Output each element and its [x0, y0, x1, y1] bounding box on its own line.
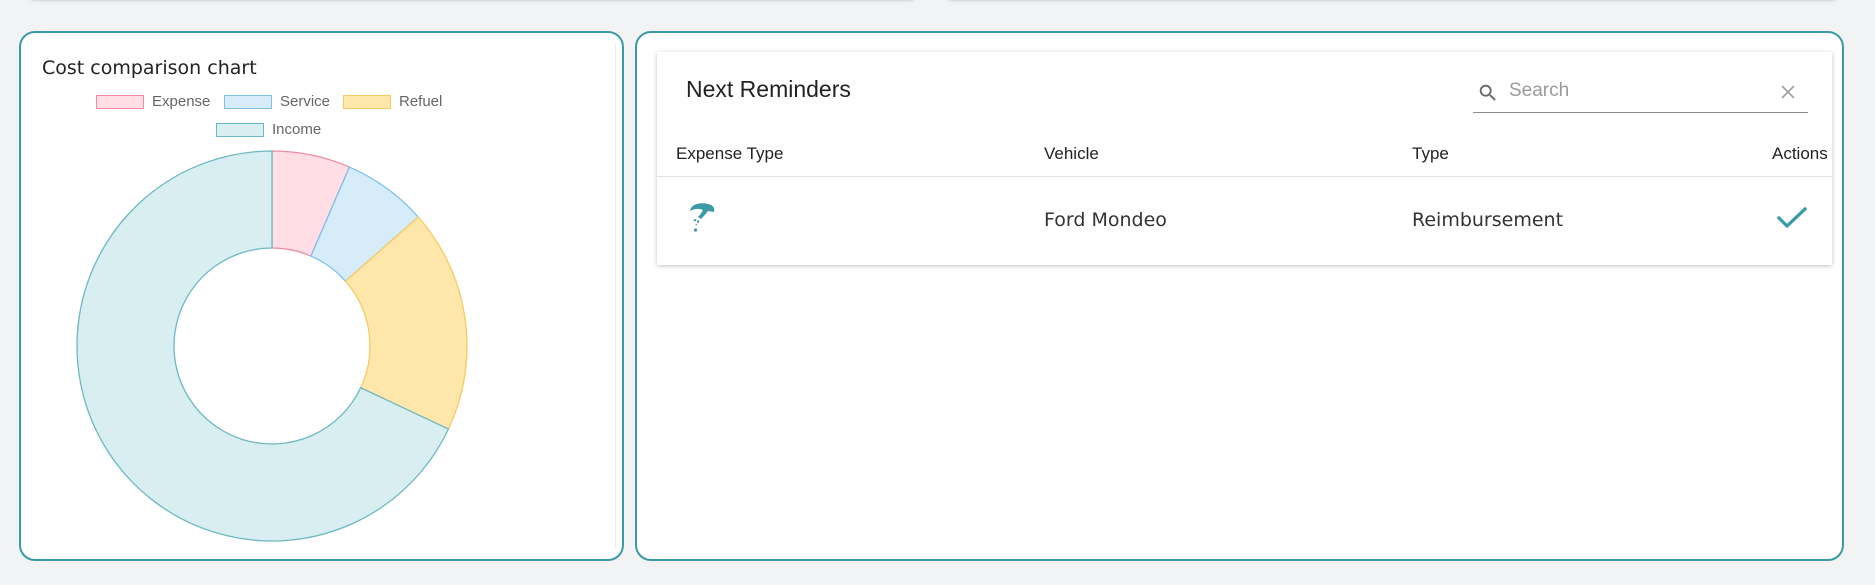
- search-icon: [1477, 82, 1499, 109]
- column-header-expense-type[interactable]: Expense Type: [676, 144, 783, 164]
- reminder-type-icon: [686, 202, 716, 241]
- column-header-actions: Actions: [1772, 144, 1828, 163]
- close-icon[interactable]: [1780, 84, 1796, 105]
- column-header-type[interactable]: Type: [1412, 144, 1449, 164]
- row-vehicle: Ford Mondeo: [1044, 209, 1167, 231]
- search-input[interactable]: [1509, 78, 1759, 104]
- cost-comparison-card: Cost comparison chart Expense Service Re…: [19, 31, 624, 561]
- row-type: Reimbursement: [1412, 209, 1564, 231]
- reminders-panel: Next Reminders Expense Type Vehicle Type…: [657, 52, 1832, 265]
- reminders-title: Next Reminders: [686, 76, 851, 102]
- column-header-vehicle[interactable]: Vehicle: [1044, 144, 1099, 164]
- next-reminders-card: Next Reminders Expense Type Vehicle Type…: [635, 31, 1844, 561]
- search-box[interactable]: [1473, 72, 1808, 113]
- header-divider: [657, 176, 1832, 177]
- check-icon[interactable]: [1776, 205, 1808, 236]
- donut-chart: [76, 150, 468, 542]
